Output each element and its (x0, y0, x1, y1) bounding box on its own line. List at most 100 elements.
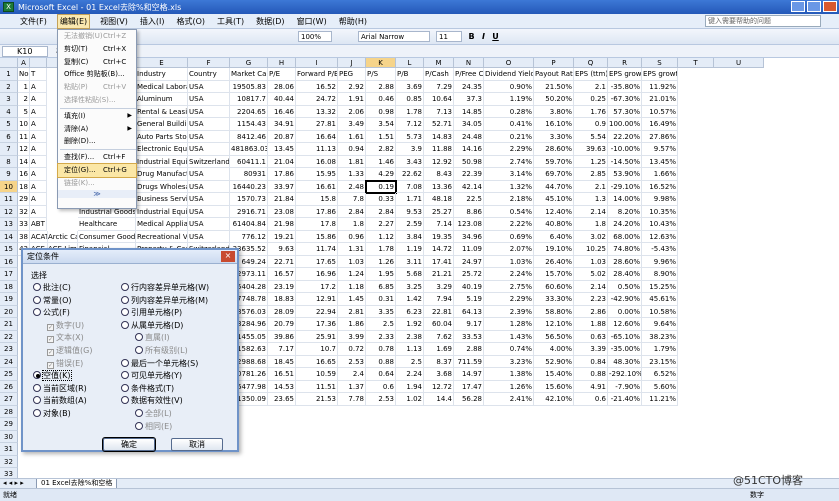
cell[interactable]: 3.69 (396, 80, 424, 93)
checkbox-option[interactable]: ✓ 错误(E) (47, 358, 83, 370)
cell[interactable]: 0.50% (608, 280, 642, 293)
cell[interactable]: EPS growth (608, 68, 642, 81)
cell[interactable]: 16 (18, 168, 30, 181)
cell[interactable]: 0.64 (366, 368, 396, 381)
cell[interactable]: -42.90% (608, 293, 642, 306)
cell[interactable]: 3.43 (396, 155, 424, 168)
cell[interactable]: 12.63% (642, 230, 678, 243)
cell[interactable]: 12 (18, 143, 30, 156)
cell[interactable]: 12.60% (608, 318, 642, 331)
cell[interactable]: 34.96 (454, 230, 484, 243)
cell[interactable]: 1.69 (424, 343, 454, 356)
cell[interactable]: General Building M (136, 118, 188, 131)
cell[interactable]: 1.43% (484, 330, 534, 343)
cell[interactable]: 10817.7 (230, 93, 268, 106)
column-header[interactable]: H (268, 58, 296, 68)
cell[interactable]: 1.38% (484, 368, 534, 381)
cell[interactable]: 7.13 (424, 105, 454, 118)
cell[interactable]: 5.54 (574, 130, 608, 143)
radio-option[interactable]: 全部(L) (135, 408, 172, 420)
cell[interactable]: -292.10% (608, 368, 642, 381)
cell[interactable]: 17.47 (454, 380, 484, 393)
font-size-select[interactable]: 11 (436, 31, 462, 42)
cell[interactable]: 2.06 (338, 105, 366, 118)
cell[interactable]: 6.85 (366, 280, 396, 293)
radio-option[interactable]: 列内容差异单元格(M) (121, 295, 208, 307)
cell[interactable]: 10.25 (574, 243, 608, 256)
cell[interactable]: 14.4 (424, 393, 454, 406)
cell[interactable]: 50.98 (454, 155, 484, 168)
cell[interactable]: 16.10% (534, 118, 574, 131)
row-header[interactable]: 23 (0, 343, 18, 356)
cell[interactable]: 2.5 (366, 318, 396, 331)
row-header[interactable]: 14 (0, 230, 18, 243)
column-header[interactable]: F (188, 58, 230, 68)
cell[interactable]: 12.91 (296, 293, 338, 306)
zoom-select[interactable]: 100% (298, 31, 332, 42)
cell[interactable]: 1.45 (338, 293, 366, 306)
cell[interactable]: ABT (30, 218, 47, 231)
cell[interactable]: 12.10% (534, 318, 574, 331)
row-header[interactable]: 24 (0, 355, 18, 368)
cell[interactable]: -67.30% (608, 93, 642, 106)
cell[interactable]: EPS growth next year (642, 68, 678, 81)
row-header[interactable]: 10 (0, 180, 18, 193)
cell[interactable]: 7.78 (338, 393, 366, 406)
cell[interactable]: 2.22% (484, 218, 534, 231)
cell[interactable]: 2.53 (366, 393, 396, 406)
cell[interactable]: 24.97 (454, 255, 484, 268)
cell[interactable]: 1.61 (338, 130, 366, 143)
row-header[interactable]: 21 (0, 318, 18, 331)
cell[interactable]: -14.50% (608, 155, 642, 168)
cell[interactable]: 4.00% (534, 343, 574, 356)
cell[interactable]: 2.38 (396, 330, 424, 343)
cell[interactable]: Dividend Yield (484, 68, 534, 81)
cell[interactable]: -65.10% (608, 330, 642, 343)
cell[interactable]: 61404.84 (230, 218, 268, 231)
cell[interactable]: 19505.83 (230, 80, 268, 93)
cell[interactable]: Switzerland (188, 155, 230, 168)
edit-menu-item[interactable]: 粘贴(P) Ctrl+V (58, 81, 136, 94)
cell[interactable]: 1.8 (338, 218, 366, 231)
radio-option[interactable]: 批注(C) (33, 282, 71, 294)
cell[interactable]: 3.25 (396, 280, 424, 293)
cell[interactable]: 64.13 (454, 305, 484, 318)
cell[interactable]: 4.29 (366, 168, 396, 181)
cell[interactable]: 3.14% (484, 168, 534, 181)
cell[interactable]: 2916.71 (230, 205, 268, 218)
cell[interactable]: 1.78 (366, 243, 396, 256)
cell[interactable]: 14.53 (268, 380, 296, 393)
column-header[interactable] (30, 58, 47, 68)
cell[interactable]: 21.01% (642, 93, 678, 106)
radio-option[interactable]: 直属(I) (135, 332, 170, 344)
radio-option[interactable]: 行内容差异单元格(W) (121, 282, 209, 294)
row-header[interactable]: 1 (0, 68, 18, 81)
cell[interactable]: 16.46 (268, 105, 296, 118)
radio-option[interactable]: 相同(E) (135, 421, 172, 433)
row-header[interactable]: 12 (0, 205, 18, 218)
cell[interactable]: 24.35 (454, 80, 484, 93)
cell[interactable]: 68.00% (608, 230, 642, 243)
cell[interactable]: ACAT (30, 230, 48, 243)
cell[interactable]: 19.10% (534, 243, 574, 256)
cell[interactable]: 44.70% (534, 180, 574, 193)
cell[interactable]: 22.20% (608, 130, 642, 143)
row-header[interactable]: 18 (0, 280, 18, 293)
cell[interactable]: 7.12 (396, 118, 424, 131)
cell[interactable]: Industrial Equipm (136, 205, 188, 218)
cell[interactable]: 7.08 (396, 180, 424, 193)
cell[interactable]: 0.88 (366, 355, 396, 368)
cell[interactable]: A (30, 105, 47, 118)
menu-item[interactable]: 格式(O) (174, 15, 207, 28)
cell[interactable]: 10.64 (424, 93, 454, 106)
cell[interactable]: 10.59 (296, 368, 338, 381)
cell[interactable]: 21.84 (268, 193, 296, 206)
cell[interactable]: USA (188, 193, 230, 206)
cell[interactable]: Forward P/E (296, 68, 338, 81)
cell[interactable]: USA (188, 93, 230, 106)
cell[interactable]: 7.8 (338, 193, 366, 206)
cell[interactable]: 16.57 (268, 268, 296, 281)
cell[interactable]: 12.92 (424, 155, 454, 168)
cell[interactable]: 1.19 (396, 243, 424, 256)
edit-menu-item[interactable]: 链接(K)... (58, 177, 136, 190)
